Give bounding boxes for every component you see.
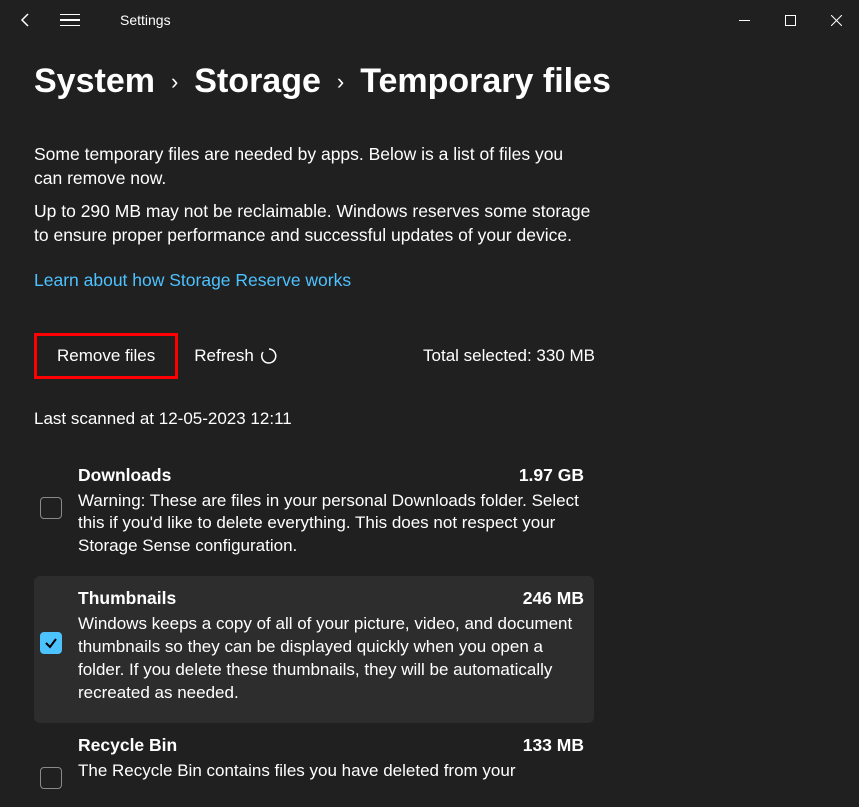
list-item[interactable]: Recycle Bin 133 MB The Recycle Bin conta…: [34, 723, 594, 807]
total-selected: Total selected: 330 MB: [423, 346, 595, 366]
breadcrumb-storage[interactable]: Storage: [194, 62, 321, 101]
storage-reserve-link[interactable]: Learn about how Storage Reserve works: [34, 270, 351, 291]
list-item[interactable]: Downloads 1.97 GB Warning: These are fil…: [34, 453, 594, 577]
checkbox-recyclebin[interactable]: [40, 767, 62, 789]
remove-files-button[interactable]: Remove files: [34, 333, 178, 379]
desc-line-2: Up to 290 MB may not be reclaimable. Win…: [34, 200, 594, 247]
minimize-button[interactable]: [721, 4, 767, 36]
item-title: Recycle Bin: [78, 735, 177, 756]
item-description: The Recycle Bin contains files you have …: [78, 760, 584, 782]
checkbox-thumbnails[interactable]: [40, 632, 62, 654]
item-title: Downloads: [78, 465, 171, 486]
item-size: 1.97 GB: [519, 465, 584, 486]
close-button[interactable]: [813, 4, 859, 36]
breadcrumb: System › Storage › Temporary files: [34, 62, 825, 101]
back-button[interactable]: [18, 12, 34, 28]
refresh-button[interactable]: Refresh: [194, 346, 278, 366]
last-scanned: Last scanned at 12-05-2023 12:11: [34, 409, 825, 429]
refresh-icon: [260, 347, 278, 365]
item-size: 246 MB: [523, 588, 584, 609]
chevron-right-icon: ›: [337, 69, 344, 95]
chevron-right-icon: ›: [171, 69, 178, 95]
breadcrumb-system[interactable]: System: [34, 62, 155, 101]
item-size: 133 MB: [523, 735, 584, 756]
desc-line-1: Some temporary files are needed by apps.…: [34, 143, 594, 190]
page-description: Some temporary files are needed by apps.…: [34, 143, 594, 248]
page-title: Temporary files: [360, 62, 611, 101]
action-row: Remove files Refresh Total selected: 330…: [34, 333, 825, 379]
maximize-button[interactable]: [767, 4, 813, 36]
file-items-list: Downloads 1.97 GB Warning: These are fil…: [34, 453, 594, 807]
list-item[interactable]: Thumbnails 246 MB Windows keeps a copy o…: [34, 576, 594, 723]
checkbox-downloads[interactable]: [40, 497, 62, 519]
hamburger-menu[interactable]: [60, 14, 80, 27]
titlebar: Settings: [0, 0, 859, 40]
app-title: Settings: [120, 12, 171, 28]
refresh-label: Refresh: [194, 346, 254, 366]
item-title: Thumbnails: [78, 588, 176, 609]
item-description: Windows keeps a copy of all of your pict…: [78, 613, 584, 705]
window-controls: [721, 4, 859, 36]
item-description: Warning: These are files in your persona…: [78, 490, 584, 559]
